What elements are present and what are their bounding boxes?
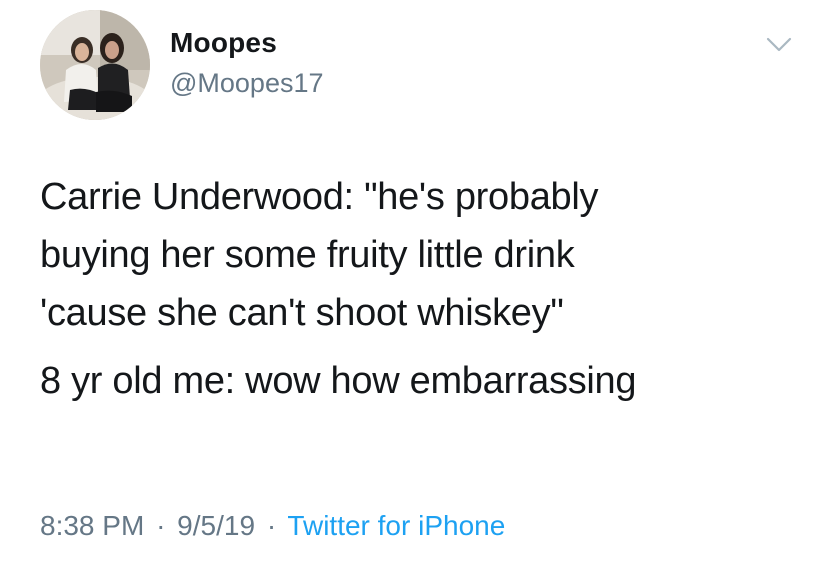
tweet-metadata: 8:38 PM · 9/5/19 · Twitter for iPhone bbox=[40, 510, 505, 542]
profile-photo-image bbox=[40, 10, 150, 120]
tweet-text-line: Carrie Underwood: "he's probably bbox=[40, 176, 599, 218]
display-name[interactable]: Moopes bbox=[170, 27, 277, 59]
tweet-time[interactable]: 8:38 PM bbox=[40, 510, 144, 541]
meta-separator: · bbox=[266, 510, 277, 541]
chevron-down-icon[interactable] bbox=[764, 34, 794, 56]
tweet-text-line: 'cause she can't shoot whiskey" bbox=[40, 292, 564, 334]
tweet-source-link[interactable]: Twitter for iPhone bbox=[287, 510, 505, 541]
tweet-text: Carrie Underwood: "he's probably buying … bbox=[40, 168, 810, 410]
avatar[interactable] bbox=[40, 10, 150, 120]
user-handle[interactable]: @Moopes17 bbox=[170, 68, 324, 99]
meta-separator: · bbox=[156, 510, 166, 541]
tweet-date[interactable]: 9/5/19 bbox=[177, 510, 255, 541]
tweet-card: Moopes @Moopes17 Carrie Underwood: "he's… bbox=[0, 0, 828, 571]
tweet-text-line: 8 yr old me: wow how embarrassing bbox=[40, 360, 637, 402]
tweet-text-line: buying her some fruity little drink bbox=[40, 234, 575, 276]
